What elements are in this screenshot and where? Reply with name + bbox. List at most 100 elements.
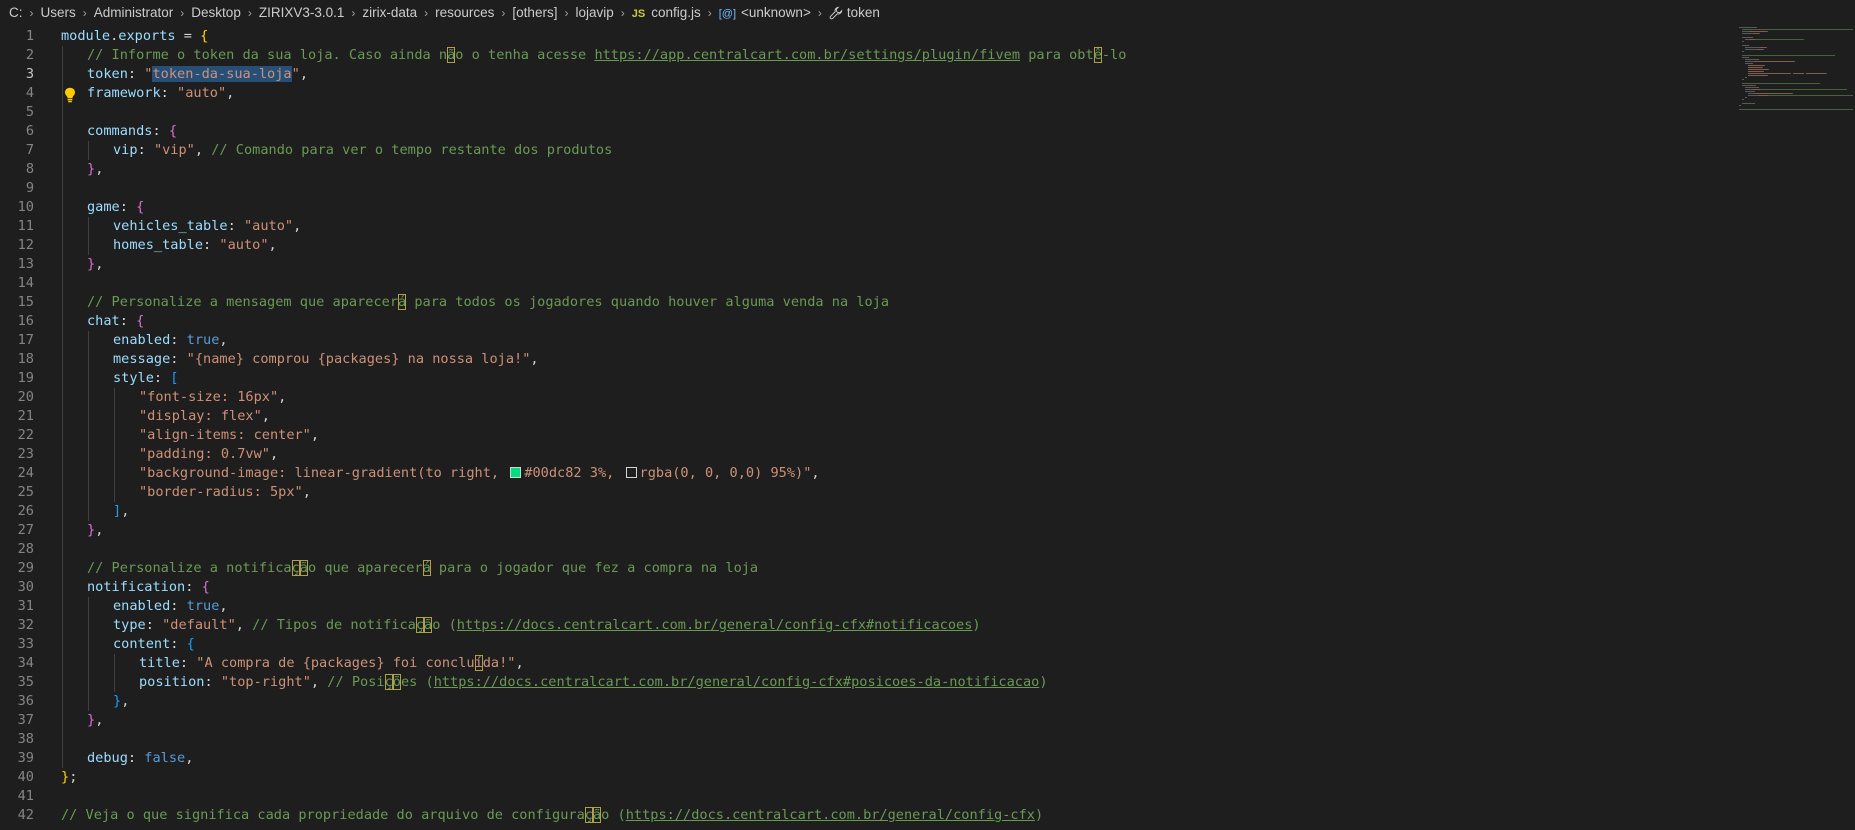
color-swatch[interactable] xyxy=(510,467,522,478)
minimap-line xyxy=(1742,37,1750,38)
breadcrumb-item[interactable]: zirix-data xyxy=(362,5,417,20)
code-line[interactable]: 1 module.exports = { xyxy=(0,27,1735,46)
code-token: , xyxy=(811,465,820,481)
code-token: "auto" xyxy=(177,85,227,101)
code-line[interactable]: 40}; xyxy=(0,768,1735,787)
breadcrumb-item[interactable]: [@] <unknown> xyxy=(719,5,811,20)
line-number: 41 xyxy=(17,788,34,804)
minimap-line xyxy=(1758,95,1768,96)
code-line[interactable]: 20 "font-size: 16px", xyxy=(0,388,1735,407)
code-text: vip: "vip", // Comando para ver o tempo … xyxy=(113,141,612,160)
chevron-right-icon: › xyxy=(707,5,712,20)
code-line[interactable]: 11 vehicles_table: "auto", xyxy=(0,217,1735,236)
code-line[interactable]: 35 position: "top-right", // Posições (ht… xyxy=(0,673,1735,692)
code-line[interactable]: 37}, xyxy=(0,711,1735,730)
code-line[interactable]: 6 commands: { xyxy=(0,122,1735,141)
breadcrumb-item[interactable]: ZIRIXV3-3.0.1 xyxy=(259,5,345,20)
breadcrumb-item[interactable]: Desktop xyxy=(191,5,241,20)
code-line[interactable]: 39 debug: false, xyxy=(0,749,1735,768)
code-line[interactable]: 4 framework: "auto", xyxy=(0,84,1735,103)
breadcrumb-item[interactable]: Users xyxy=(41,5,76,20)
breadcrumb-item[interactable]: [others] xyxy=(512,5,557,20)
code-line[interactable]: 12 homes_table: "auto", xyxy=(0,236,1735,255)
code-link[interactable]: https://docs.centralcart.com.br/general/… xyxy=(626,807,1035,823)
code-line[interactable]: 29 // Personalize a notificação que apare… xyxy=(0,559,1735,578)
code-token: , xyxy=(299,66,308,82)
code-line[interactable]: 23 "padding: 0.7vw", xyxy=(0,445,1735,464)
code-token: ) xyxy=(1034,807,1044,823)
minimap-line xyxy=(1745,59,1752,60)
code-line[interactable]: 36}, xyxy=(0,692,1735,711)
code-line[interactable]: 9 xyxy=(0,179,1735,198)
code-line[interactable]: 18 message: "{name} comprou {packages} na… xyxy=(0,350,1735,369)
code-line[interactable]: 21 "display: flex", xyxy=(0,407,1735,426)
code-line[interactable]: 31 enabled: true, xyxy=(0,597,1735,616)
breadcrumb-item[interactable]: token xyxy=(829,5,880,20)
minimap-line xyxy=(1846,89,1847,90)
breadcrumb-item[interactable]: JS config.js xyxy=(632,5,701,20)
code-line[interactable]: 41 xyxy=(0,787,1735,806)
code-line[interactable]: 24 "background-image: linear-gradient(to … xyxy=(0,464,1735,483)
code-line[interactable]: 7 vip: "vip", // Comando para ver o tempo… xyxy=(0,141,1735,160)
line-number: 9 xyxy=(25,180,34,196)
breadcrumb: C: › Users › Administrator › Desktop › ZIRIXV3-3… xyxy=(0,0,1855,25)
code-line[interactable]: 15 // Personalize a mensagem que aparecer… xyxy=(0,293,1735,312)
minimap[interactable] xyxy=(1735,25,1855,135)
line-number: 40 xyxy=(17,769,34,785)
code-line[interactable]: 5 xyxy=(0,103,1735,122)
color-swatch[interactable] xyxy=(625,467,637,478)
code-line[interactable]: 17 enabled: true, xyxy=(0,331,1735,350)
code-line[interactable]: 38 xyxy=(0,730,1735,749)
line-number: 16 xyxy=(17,313,34,329)
code-token: es ( xyxy=(400,674,434,690)
code-link[interactable]: https://app.centralcart.com.br/settings/… xyxy=(594,47,1020,63)
code-line[interactable]: 3 token: "token-da-sua-loja", xyxy=(0,65,1735,84)
code-line[interactable]: 33 content: { xyxy=(0,635,1735,654)
minimap-line xyxy=(1740,105,1741,106)
code-text: "align-items: center", xyxy=(139,426,319,445)
code-line[interactable]: 2 // Informe o token da sua loja. Caso ai… xyxy=(0,46,1735,65)
breadcrumb-item[interactable]: lojavip xyxy=(575,5,613,20)
minimap-line xyxy=(1758,59,1759,60)
code-line[interactable]: 10 game: { xyxy=(0,198,1735,217)
editor-area[interactable]: 1 module.exports = {2 // Informe o token d… xyxy=(0,25,1735,830)
code-line[interactable]: 22 "align-items: center", xyxy=(0,426,1735,445)
code-line[interactable]: 13}, xyxy=(0,255,1735,274)
code-token: : xyxy=(127,750,145,766)
code-link[interactable]: https://docs.centralcart.com.br/general/… xyxy=(434,674,1040,690)
breadcrumb-item[interactable]: resources xyxy=(435,5,494,20)
code-text: homes_table: "auto", xyxy=(113,236,277,255)
breadcrumb-label: C: xyxy=(9,5,23,20)
code-line[interactable]: 16 chat: { xyxy=(0,312,1735,331)
code-line[interactable]: 25 "border-radius: 5px", xyxy=(0,483,1735,502)
code-link[interactable]: https://docs.centralcart.com.br/general/… xyxy=(457,617,973,633)
breadcrumb-label: Users xyxy=(40,5,76,20)
breadcrumb-item[interactable]: Administrator xyxy=(94,5,174,20)
code-line[interactable]: 42 // Veja o que significa cada proprieda… xyxy=(0,806,1735,825)
code-text: "display: flex", xyxy=(139,407,270,426)
minimap-line xyxy=(1748,71,1763,72)
code-line[interactable]: 34 title: "A compra de {packages} foi con… xyxy=(0,654,1735,673)
code-line[interactable]: 19 style: [ xyxy=(0,369,1735,388)
code-text: style: [ xyxy=(113,369,178,388)
code-line[interactable]: 27}, xyxy=(0,521,1735,540)
code-line[interactable]: 8}, xyxy=(0,160,1735,179)
minimap-line xyxy=(1742,33,1751,34)
code-line[interactable]: 30 notification: { xyxy=(0,578,1735,597)
code-line[interactable]: 28 xyxy=(0,540,1735,559)
breadcrumb-item[interactable]: C: xyxy=(9,5,23,20)
line-number: 7 xyxy=(25,142,34,158)
code-token: õ xyxy=(392,674,401,690)
breadcrumb-label: lojavip xyxy=(575,5,614,20)
code-line[interactable]: 32 type: "default", // Tipos de notificaç… xyxy=(0,616,1735,635)
code-token: , xyxy=(95,161,104,177)
code-line[interactable]: 14 xyxy=(0,274,1735,293)
code-line[interactable]: 26], xyxy=(0,502,1735,521)
line-number: 28 xyxy=(17,541,34,557)
minimap-line xyxy=(1754,103,1755,104)
code-token: "auto" xyxy=(219,237,269,253)
code-text: enabled: true, xyxy=(113,331,228,350)
code-text: vehicles_table: "auto", xyxy=(113,217,301,236)
code-token: "font-size: 16px" xyxy=(139,389,279,405)
code-token: : xyxy=(145,617,163,633)
